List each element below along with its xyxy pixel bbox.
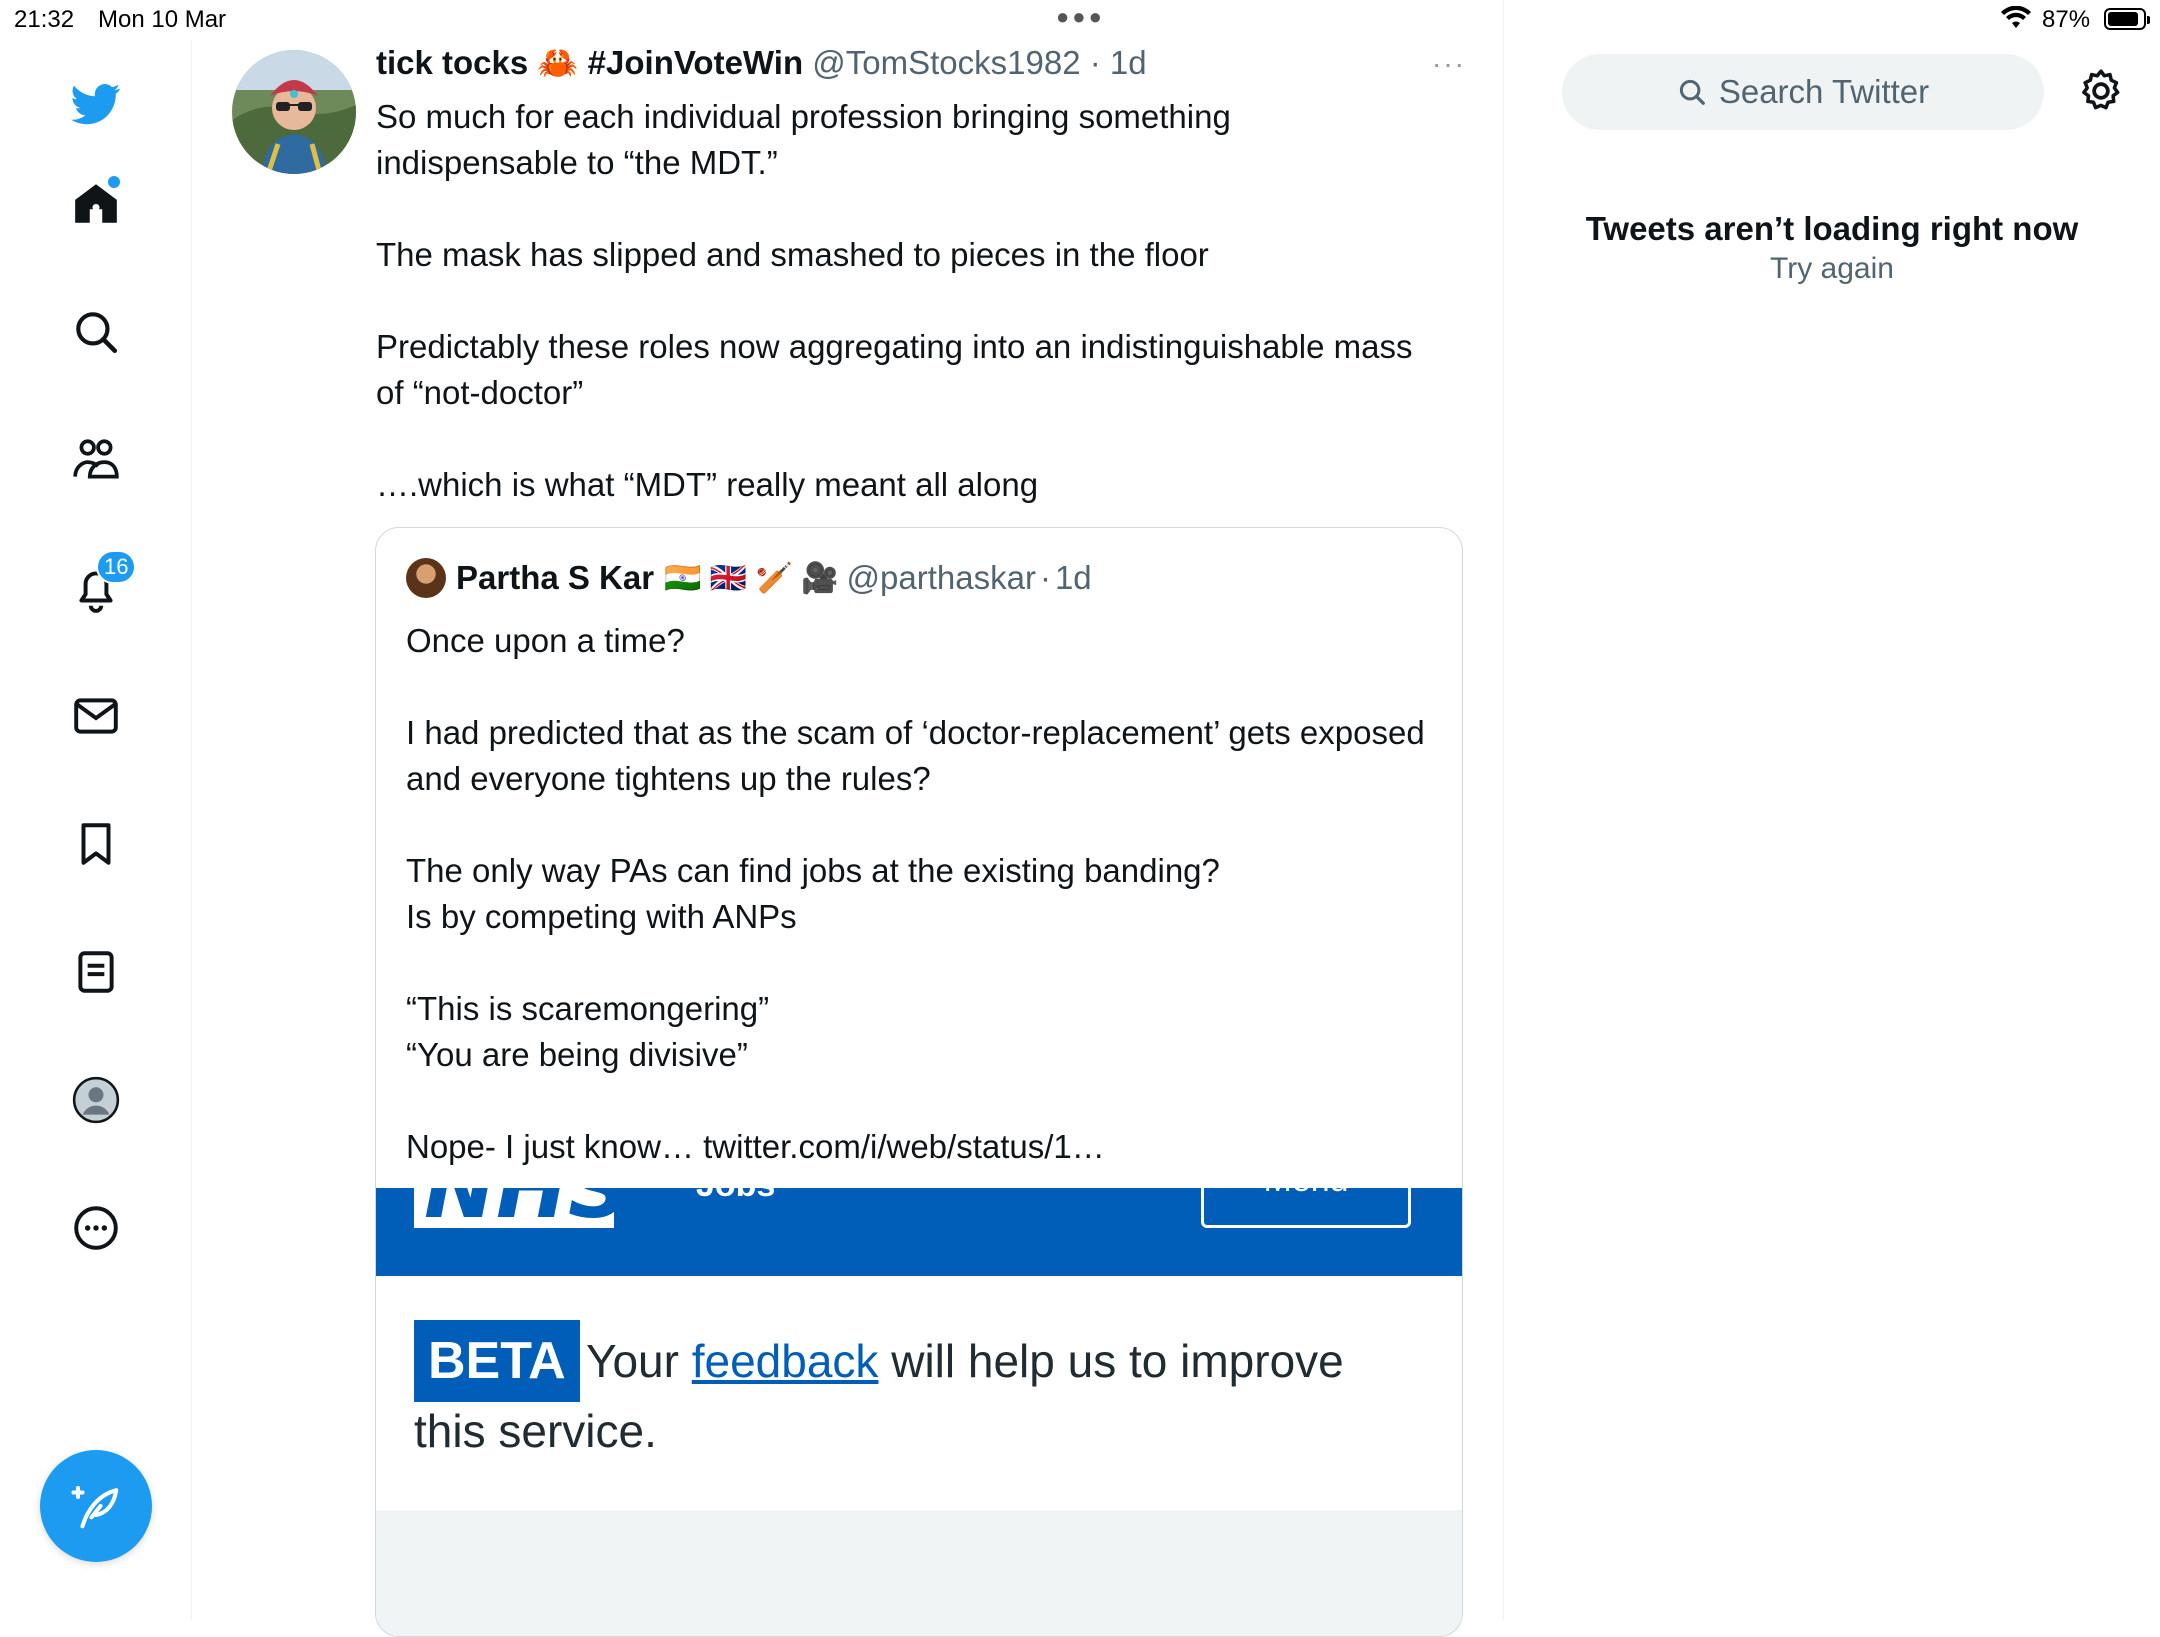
quoted-author-emojis: 🇮🇳 🇬🇧 🏏 🎥 [664, 561, 839, 595]
quoted-author-handle: @parthaskar [846, 559, 1036, 596]
home-unread-dot [108, 176, 120, 188]
try-again-link[interactable]: Try again [1504, 252, 2160, 286]
tweet-author-avatar[interactable] [232, 50, 356, 174]
notifications-badge: 16 [96, 550, 137, 584]
battery-icon [2104, 8, 2150, 30]
home-icon[interactable] [56, 164, 136, 244]
search-field-icon [1679, 79, 1705, 105]
tweet-text: So much for each individual profession b… [376, 94, 1436, 554]
quoted-media-image[interactable]: NHS Jobs Menu Your feedback will help us… [376, 1188, 1462, 1636]
quoted-paragraph: Nope- I just know… twitter.com/i/web/sta… [406, 1128, 1105, 1165]
quoted-timestamp: 1d [1054, 559, 1092, 596]
messages-icon[interactable] [56, 676, 136, 756]
tweet-paragraph: The mask has slipped and smashed to piec… [376, 236, 1209, 273]
quoted-paragraph: “This is scaremongering” “You are being … [406, 990, 770, 1073]
quoted-paragraph: Once upon a time? [406, 622, 685, 659]
tweet-separator: · [1089, 44, 1101, 81]
tweet-header: tick tocks 🦀 #JoinVoteWin @TomStocks1982… [376, 44, 1147, 83]
beta-banner: Your feedback will help us to improve th… [376, 1276, 1462, 1510]
quoted-paragraph: The only way PAs can find jobs at the ex… [406, 852, 1220, 935]
search-field[interactable]: Search Twitter [1562, 54, 2044, 130]
error-title: Tweets aren’t loading right now [1585, 210, 2079, 247]
tweet-author-name[interactable]: tick tocks 🦀 #JoinVoteWin [376, 44, 803, 81]
nhs-jobs-text: Jobs [696, 1188, 775, 1205]
profile-icon[interactable] [56, 1060, 136, 1140]
quoted-tweet[interactable]: Partha S Kar 🇮🇳 🇬🇧 🏏 🎥 @parthaskar · 1d … [375, 527, 1463, 1637]
sidebar-nav: 16 [0, 40, 192, 1620]
quoted-tweet-header: Partha S Kar 🇮🇳 🇬🇧 🏏 🎥 @parthaskar · 1d [406, 558, 1092, 598]
tweet-paragraph: So much for each individual profession b… [376, 98, 1231, 181]
feedback-link: feedback [691, 1335, 879, 1387]
nhs-logo: NHS [414, 1188, 630, 1231]
nhs-menu-button: Menu [1201, 1188, 1411, 1228]
twitter-logo-icon[interactable] [56, 64, 136, 144]
tweet-more-icon[interactable]: ··· [1432, 48, 1466, 80]
notifications-icon[interactable]: 16 [56, 548, 137, 628]
quoted-author-avatar [406, 558, 446, 598]
search-placeholder: Search Twitter [1718, 73, 1930, 110]
nhs-header-bar: NHS Jobs Menu [376, 1188, 1462, 1276]
media-lower-area [376, 1510, 1462, 1636]
compose-tweet-icon [71, 1485, 119, 1529]
status-time: 21:32 [14, 6, 75, 33]
quoted-paragraph: I had predicted that as the scam of ‘doc… [406, 714, 1425, 797]
wifi-icon [2000, 5, 2032, 37]
quoted-author-name: Partha S Kar [456, 559, 655, 596]
gear-icon[interactable] [2076, 66, 2126, 116]
quoted-separator: · [1039, 559, 1051, 596]
bookmarks-icon[interactable] [56, 804, 136, 884]
lists-icon[interactable] [56, 932, 136, 1012]
beta-tag: BETA [414, 1320, 580, 1402]
compose-tweet-button[interactable] [40, 1450, 152, 1562]
tweet-paragraph: Predictably these roles now aggregating … [376, 328, 1413, 411]
more-icon[interactable] [56, 1188, 136, 1268]
search-icon[interactable] [56, 292, 136, 372]
battery-percent: 87% [2042, 6, 2091, 33]
tweet-timestamp[interactable]: 1d [1110, 44, 1147, 81]
timeline-column: tick tocks 🦀 #JoinVoteWin @TomStocks1982… [192, 0, 1504, 1637]
quoted-tweet-text: Once upon a time? I had predicted that a… [406, 618, 1426, 1216]
tweet-paragraph: ….which is what “MDT” really meant all a… [376, 466, 1039, 503]
communities-icon[interactable] [56, 420, 136, 500]
tweet-author-handle[interactable]: @TomStocks1982 [812, 44, 1080, 81]
